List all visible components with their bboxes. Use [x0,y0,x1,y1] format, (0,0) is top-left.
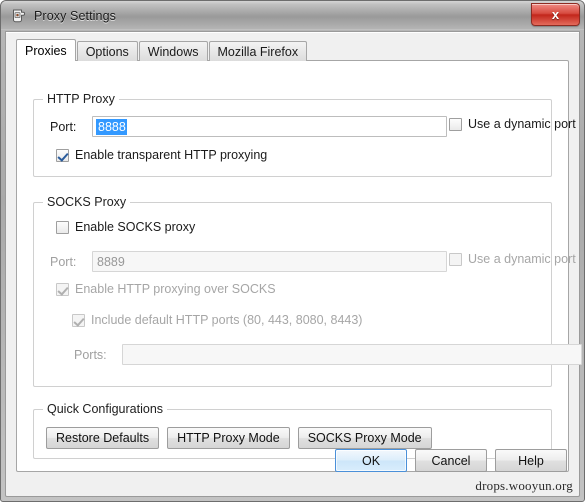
socks-ports-label: Ports: [74,347,107,362]
ok-button[interactable]: OK [335,449,407,472]
proxies-tab-panel: HTTP Proxy Port: 8888 Use a dynamic port [16,60,582,472]
socks-ports-row: Ports: [74,344,582,365]
socks-proxy-group: SOCKS Proxy Enable SOCKS proxy Port: Use… [33,195,582,387]
include-default-ports-checkbox[interactable]: Include default HTTP ports (80, 443, 808… [72,313,362,327]
http-port-value: 8888 [96,118,127,135]
checkbox-checked-icon [56,282,69,296]
tab-options[interactable]: Options [76,41,138,61]
cancel-button[interactable]: Cancel [415,449,487,472]
socks-port-row: Port: [50,251,447,272]
http-proxy-mode-button[interactable]: HTTP Proxy Mode [167,427,290,449]
burp-jar-icon [9,7,27,25]
restore-defaults-button[interactable]: Restore Defaults [46,427,160,449]
socks-proxy-mode-button[interactable]: SOCKS Proxy Mode [297,427,432,449]
enable-socks-proxy-label: Enable SOCKS proxy [75,220,196,234]
socks-dynamic-port-checkbox[interactable]: Use a dynamic port [449,252,576,266]
http-proxy-group: HTTP Proxy Port: 8888 Use a dynamic port [33,92,576,177]
socks-port-input[interactable] [92,251,447,272]
http-port-label: Port: [50,119,77,134]
checkbox-box-icon [449,252,462,266]
socks-port-label: Port: [50,254,77,269]
close-icon: x [551,7,560,22]
checkbox-box-icon [56,220,69,234]
tab-windows[interactable]: Windows [138,41,208,61]
http-over-socks-label: Enable HTTP proxying over SOCKS [75,282,276,296]
transparent-proxying-label: Enable transparent HTTP proxying [75,148,268,162]
quick-configurations-group-title: Quick Configurations [43,402,168,416]
quick-configurations-button-row: Restore Defaults HTTP Proxy Mode SOCKS P… [46,427,432,449]
http-proxy-group-title: HTTP Proxy [43,92,119,106]
http-dynamic-port-checkbox[interactable]: Use a dynamic port [449,117,576,131]
http-over-socks-checkbox[interactable]: Enable HTTP proxying over SOCKS [56,282,276,296]
tab-strip: Proxies Options Windows Mozilla Firefox [16,39,308,61]
enable-socks-proxy-checkbox[interactable]: Enable SOCKS proxy [56,220,195,234]
checkbox-checked-icon [72,313,85,327]
dialog-body: Proxies Options Windows Mozilla Firefox … [5,31,582,497]
tab-mozilla-firefox-label: Mozilla Firefox [217,44,299,59]
http-dynamic-port-label: Use a dynamic port [468,117,576,131]
help-button[interactable]: Help [495,449,567,472]
tab-proxies[interactable]: Proxies [16,39,76,61]
tab-windows-label: Windows [147,44,199,59]
checkbox-box-icon [449,117,462,131]
window-title: Proxy Settings [34,8,116,23]
socks-proxy-group-title: SOCKS Proxy [43,195,131,209]
checkbox-checked-icon [56,148,69,162]
dialog-button-bar: OK Cancel Help [6,449,567,472]
include-default-ports-label: Include default HTTP ports (80, 443, 808… [91,313,363,327]
title-bar[interactable]: Proxy Settings x [1,1,584,30]
close-button[interactable]: x [531,3,580,26]
tab-options-label: Options [85,44,129,59]
socks-dynamic-port-label: Use a dynamic port [468,252,576,266]
http-port-row: Port: 8888 [50,116,447,137]
socks-ports-input[interactable] [122,344,582,365]
proxy-settings-window: Proxy Settings x Proxies Options Windows… [0,0,585,502]
watermark: drops.wooyun.org [475,478,573,493]
http-port-input[interactable]: 8888 [92,116,447,137]
dialog-content: Proxies Options Windows Mozilla Firefox … [6,32,582,496]
transparent-proxying-checkbox[interactable]: Enable transparent HTTP proxying [56,148,267,162]
tab-proxies-label: Proxies [25,43,67,58]
tab-mozilla-firefox[interactable]: Mozilla Firefox [208,41,308,61]
